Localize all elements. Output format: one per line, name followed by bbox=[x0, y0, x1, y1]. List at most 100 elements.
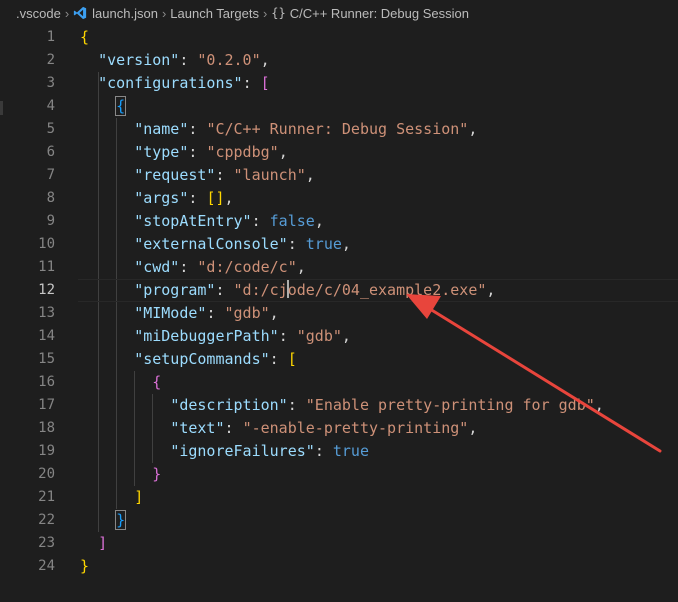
code-text[interactable]: } bbox=[80, 463, 161, 486]
code-line[interactable]: 4 { bbox=[0, 95, 678, 118]
code-line[interactable]: 18 "text": "-enable-pretty-printing", bbox=[0, 417, 678, 440]
code-text[interactable]: "miDebuggerPath": "gdb", bbox=[80, 325, 351, 348]
code-token: "ignoreFailures" bbox=[170, 442, 315, 460]
code-text[interactable]: "program": "d:/cjode/c/04_example2.exe", bbox=[80, 279, 495, 302]
line-number: 22 bbox=[38, 512, 55, 528]
code-token: "C/C++ Runner: Debug Session" bbox=[206, 120, 469, 138]
code-text[interactable]: } bbox=[80, 509, 127, 532]
line-number: 8 bbox=[46, 190, 55, 206]
code-token: "request" bbox=[134, 166, 216, 184]
code-line[interactable]: 21 ] bbox=[0, 486, 678, 509]
code-text[interactable]: "MIMode": "gdb", bbox=[80, 302, 279, 325]
code-line[interactable]: 8 "args": [], bbox=[0, 187, 678, 210]
code-token: , bbox=[341, 327, 351, 345]
code-token: } bbox=[80, 557, 90, 575]
vscode-icon bbox=[74, 6, 87, 20]
code-token: "cwd" bbox=[134, 258, 180, 276]
code-line[interactable]: 5 "name": "C/C++ Runner: Debug Session", bbox=[0, 118, 678, 141]
code-line[interactable]: 15 "setupCommands": [ bbox=[0, 348, 678, 371]
code-token: "name" bbox=[134, 120, 189, 138]
code-token: : bbox=[269, 350, 288, 368]
code-line[interactable]: 7 "request": "launch", bbox=[0, 164, 678, 187]
line-number: 5 bbox=[46, 121, 55, 137]
breadcrumb-folder[interactable]: .vscode bbox=[16, 6, 61, 21]
code-line[interactable]: 24} bbox=[0, 555, 678, 578]
code-token: , bbox=[296, 258, 306, 276]
code-line[interactable]: 17 "description": "Enable pretty-printin… bbox=[0, 394, 678, 417]
code-line[interactable]: 14 "miDebuggerPath": "gdb", bbox=[0, 325, 678, 348]
code-token: ] bbox=[134, 488, 144, 506]
code-token: : bbox=[287, 396, 306, 414]
code-token: , bbox=[314, 212, 324, 230]
breadcrumb-file[interactable]: launch.json bbox=[92, 6, 158, 21]
code-token: : bbox=[242, 74, 261, 92]
code-text[interactable]: "text": "-enable-pretty-printing", bbox=[80, 417, 477, 440]
code-line[interactable]: 16 { bbox=[0, 371, 678, 394]
code-line[interactable]: 19 "ignoreFailures": true bbox=[0, 440, 678, 463]
code-text[interactable]: { bbox=[80, 26, 89, 49]
code-text[interactable]: "request": "launch", bbox=[80, 164, 315, 187]
code-text[interactable]: { bbox=[80, 95, 127, 118]
line-number: 21 bbox=[38, 489, 55, 505]
line-number: 12 bbox=[38, 282, 55, 298]
code-editor[interactable]: 1{2 "version": "0.2.0", 3 "configurations… bbox=[0, 26, 678, 602]
breadcrumb-section[interactable]: Launch Targets bbox=[170, 6, 259, 21]
code-text[interactable]: "setupCommands": [ bbox=[80, 348, 297, 371]
code-token: "stopAtEntry" bbox=[134, 212, 252, 230]
code-text[interactable]: ] bbox=[80, 532, 107, 555]
breadcrumb-item[interactable]: C/C++ Runner: Debug Session bbox=[290, 6, 469, 21]
code-text[interactable]: } bbox=[80, 555, 89, 578]
code-line[interactable]: 12 "program": "d:/cjode/c/04_example2.ex… bbox=[0, 279, 678, 302]
code-token: "-enable-pretty-printing" bbox=[242, 419, 469, 437]
chevron-right-icon: › bbox=[262, 5, 268, 21]
code-line[interactable]: 6 "type": "cppdbg", bbox=[0, 141, 678, 164]
code-text[interactable]: "configurations": [ bbox=[80, 72, 270, 95]
code-line[interactable]: 11 "cwd": "d:/code/c", bbox=[0, 256, 678, 279]
line-number: 1 bbox=[46, 29, 55, 45]
code-token: , bbox=[305, 166, 315, 184]
line-number: 13 bbox=[38, 305, 55, 321]
code-text[interactable]: "version": "0.2.0", bbox=[80, 49, 270, 72]
code-token: ] bbox=[98, 534, 108, 552]
code-text[interactable]: "description": "Enable pretty-printing f… bbox=[80, 394, 603, 417]
line-number: 17 bbox=[38, 397, 55, 413]
code-token: "0.2.0" bbox=[197, 51, 261, 69]
code-text[interactable]: "args": [], bbox=[80, 187, 234, 210]
code-line[interactable]: 9 "stopAtEntry": false, bbox=[0, 210, 678, 233]
code-token: "type" bbox=[134, 143, 189, 161]
code-line[interactable]: 3 "configurations": [ bbox=[0, 72, 678, 95]
line-number: 11 bbox=[38, 259, 55, 275]
code-line[interactable]: 23 ] bbox=[0, 532, 678, 555]
code-token: : bbox=[179, 258, 198, 276]
code-line[interactable]: 22 } bbox=[0, 509, 678, 532]
code-token: , bbox=[260, 51, 270, 69]
code-line[interactable]: 20 } bbox=[0, 463, 678, 486]
code-text[interactable]: "cwd": "d:/code/c", bbox=[80, 256, 306, 279]
line-number: 20 bbox=[38, 466, 55, 482]
code-token: "launch" bbox=[233, 166, 306, 184]
code-text[interactable]: "ignoreFailures": true bbox=[80, 440, 369, 463]
code-token: : bbox=[278, 327, 297, 345]
line-number: 3 bbox=[46, 75, 55, 91]
code-line[interactable]: 2 "version": "0.2.0", bbox=[0, 49, 678, 72]
code-text[interactable]: ] bbox=[80, 486, 143, 509]
code-line[interactable]: 13 "MIMode": "gdb", bbox=[0, 302, 678, 325]
line-number: 2 bbox=[46, 52, 55, 68]
code-text[interactable]: "stopAtEntry": false, bbox=[80, 210, 324, 233]
code-line[interactable]: 10 "externalConsole": true, bbox=[0, 233, 678, 256]
code-line[interactable]: 1{ bbox=[0, 26, 678, 49]
code-text[interactable]: "externalConsole": true, bbox=[80, 233, 351, 256]
code-token: , bbox=[224, 189, 234, 207]
code-text[interactable]: { bbox=[80, 371, 161, 394]
code-token: : bbox=[188, 189, 207, 207]
code-text[interactable]: "name": "C/C++ Runner: Debug Session", bbox=[80, 118, 477, 141]
code-text[interactable]: "type": "cppdbg", bbox=[80, 141, 288, 164]
